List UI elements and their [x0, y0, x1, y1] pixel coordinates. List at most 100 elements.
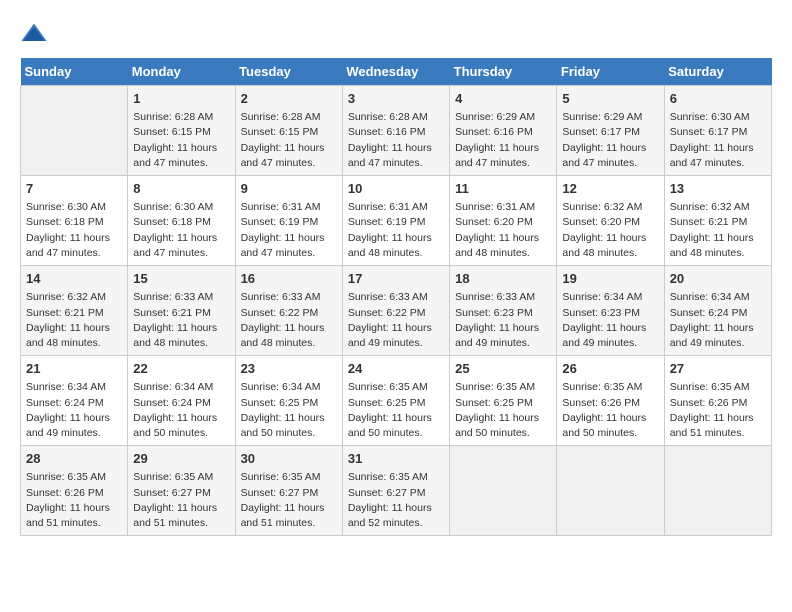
calendar-cell: 12 Sunrise: 6:32 AM Sunset: 6:20 PM Dayli…: [557, 176, 664, 266]
day-info: Sunrise: 6:30 AM Sunset: 6:18 PM Dayligh…: [133, 200, 229, 261]
day-info: Sunrise: 6:34 AM Sunset: 6:23 PM Dayligh…: [562, 290, 658, 351]
day-number: 24: [348, 360, 444, 378]
calendar-week-row: 1 Sunrise: 6:28 AM Sunset: 6:15 PM Daylig…: [21, 86, 772, 176]
day-info: Sunrise: 6:29 AM Sunset: 6:16 PM Dayligh…: [455, 110, 551, 171]
day-header: Monday: [128, 58, 235, 86]
calendar-cell: 31 Sunrise: 6:35 AM Sunset: 6:27 PM Dayli…: [342, 446, 449, 536]
calendar-cell: 24 Sunrise: 6:35 AM Sunset: 6:25 PM Dayli…: [342, 356, 449, 446]
calendar-cell: 14Sunrise: 6:32 AM Sunset: 6:21 PM Dayli…: [21, 266, 128, 356]
day-number: 30: [241, 450, 337, 468]
day-number: 25: [455, 360, 551, 378]
day-number: 5: [562, 90, 658, 108]
day-info: Sunrise: 6:31 AM Sunset: 6:19 PM Dayligh…: [348, 200, 444, 261]
day-number: 29: [133, 450, 229, 468]
calendar-week-row: 14Sunrise: 6:32 AM Sunset: 6:21 PM Dayli…: [21, 266, 772, 356]
calendar-cell: 30 Sunrise: 6:35 AM Sunset: 6:27 PM Dayli…: [235, 446, 342, 536]
day-number: 11: [455, 180, 551, 198]
calendar-cell: 20 Sunrise: 6:34 AM Sunset: 6:24 PM Dayli…: [664, 266, 771, 356]
day-number: 3: [348, 90, 444, 108]
calendar-cell: 4 Sunrise: 6:29 AM Sunset: 6:16 PM Daylig…: [450, 86, 557, 176]
calendar-cell: 17Sunrise: 6:33 AM Sunset: 6:22 PM Dayli…: [342, 266, 449, 356]
page-header: [20, 20, 772, 48]
calendar-cell: 15Sunrise: 6:33 AM Sunset: 6:21 PM Dayli…: [128, 266, 235, 356]
day-header: Saturday: [664, 58, 771, 86]
calendar-cell: 8 Sunrise: 6:30 AM Sunset: 6:18 PM Daylig…: [128, 176, 235, 266]
calendar-cell: [450, 446, 557, 536]
day-number: 19: [562, 270, 658, 288]
calendar-cell: 9Sunrise: 6:31 AM Sunset: 6:19 PM Daylig…: [235, 176, 342, 266]
day-info: Sunrise: 6:35 AM Sunset: 6:25 PM Dayligh…: [455, 380, 551, 441]
day-info: Sunrise: 6:35 AM Sunset: 6:27 PM Dayligh…: [348, 470, 444, 531]
calendar-cell: 28Sunrise: 6:35 AM Sunset: 6:26 PM Dayli…: [21, 446, 128, 536]
calendar-cell: 2Sunrise: 6:28 AM Sunset: 6:15 PM Daylig…: [235, 86, 342, 176]
day-number: 2: [241, 90, 337, 108]
day-info: Sunrise: 6:30 AM Sunset: 6:17 PM Dayligh…: [670, 110, 766, 171]
calendar-cell: 6 Sunrise: 6:30 AM Sunset: 6:17 PM Daylig…: [664, 86, 771, 176]
day-number: 16: [241, 270, 337, 288]
day-number: 28: [26, 450, 122, 468]
calendar-cell: [21, 86, 128, 176]
day-info: Sunrise: 6:33 AM Sunset: 6:22 PM Dayligh…: [241, 290, 337, 351]
day-info: Sunrise: 6:35 AM Sunset: 6:26 PM Dayligh…: [670, 380, 766, 441]
day-number: 14: [26, 270, 122, 288]
day-number: 12: [562, 180, 658, 198]
calendar-cell: 23Sunrise: 6:34 AM Sunset: 6:25 PM Dayli…: [235, 356, 342, 446]
day-info: Sunrise: 6:34 AM Sunset: 6:24 PM Dayligh…: [670, 290, 766, 351]
day-info: Sunrise: 6:31 AM Sunset: 6:19 PM Dayligh…: [241, 200, 337, 261]
calendar-cell: 10 Sunrise: 6:31 AM Sunset: 6:19 PM Dayli…: [342, 176, 449, 266]
calendar-table: SundayMondayTuesdayWednesdayThursdayFrid…: [20, 58, 772, 536]
calendar-cell: 25 Sunrise: 6:35 AM Sunset: 6:25 PM Dayli…: [450, 356, 557, 446]
day-number: 27: [670, 360, 766, 378]
calendar-cell: 5 Sunrise: 6:29 AM Sunset: 6:17 PM Daylig…: [557, 86, 664, 176]
day-header: Sunday: [21, 58, 128, 86]
day-info: Sunrise: 6:28 AM Sunset: 6:15 PM Dayligh…: [133, 110, 229, 171]
day-header: Wednesday: [342, 58, 449, 86]
day-info: Sunrise: 6:32 AM Sunset: 6:21 PM Dayligh…: [670, 200, 766, 261]
day-number: 1: [133, 90, 229, 108]
day-info: Sunrise: 6:35 AM Sunset: 6:25 PM Dayligh…: [348, 380, 444, 441]
day-number: 31: [348, 450, 444, 468]
day-number: 20: [670, 270, 766, 288]
day-number: 26: [562, 360, 658, 378]
day-info: Sunrise: 6:28 AM Sunset: 6:16 PM Dayligh…: [348, 110, 444, 171]
calendar-cell: 1 Sunrise: 6:28 AM Sunset: 6:15 PM Daylig…: [128, 86, 235, 176]
day-header: Thursday: [450, 58, 557, 86]
day-number: 10: [348, 180, 444, 198]
logo: [20, 20, 52, 48]
calendar-header-row: SundayMondayTuesdayWednesdayThursdayFrid…: [21, 58, 772, 86]
day-info: Sunrise: 6:35 AM Sunset: 6:27 PM Dayligh…: [241, 470, 337, 531]
day-number: 13: [670, 180, 766, 198]
calendar-cell: 16 Sunrise: 6:33 AM Sunset: 6:22 PM Dayli…: [235, 266, 342, 356]
day-info: Sunrise: 6:29 AM Sunset: 6:17 PM Dayligh…: [562, 110, 658, 171]
day-number: 18: [455, 270, 551, 288]
logo-icon: [20, 20, 48, 48]
day-info: Sunrise: 6:34 AM Sunset: 6:24 PM Dayligh…: [133, 380, 229, 441]
day-header: Tuesday: [235, 58, 342, 86]
calendar-cell: 26 Sunrise: 6:35 AM Sunset: 6:26 PM Dayli…: [557, 356, 664, 446]
calendar-cell: 29 Sunrise: 6:35 AM Sunset: 6:27 PM Dayli…: [128, 446, 235, 536]
day-info: Sunrise: 6:34 AM Sunset: 6:25 PM Dayligh…: [241, 380, 337, 441]
calendar-cell: 22 Sunrise: 6:34 AM Sunset: 6:24 PM Dayli…: [128, 356, 235, 446]
day-number: 21: [26, 360, 122, 378]
day-number: 8: [133, 180, 229, 198]
day-number: 22: [133, 360, 229, 378]
calendar-cell: [557, 446, 664, 536]
calendar-cell: 27 Sunrise: 6:35 AM Sunset: 6:26 PM Dayli…: [664, 356, 771, 446]
calendar-cell: 19 Sunrise: 6:34 AM Sunset: 6:23 PM Dayli…: [557, 266, 664, 356]
day-info: Sunrise: 6:35 AM Sunset: 6:26 PM Dayligh…: [562, 380, 658, 441]
calendar-week-row: 21 Sunrise: 6:34 AM Sunset: 6:24 PM Dayli…: [21, 356, 772, 446]
day-number: 4: [455, 90, 551, 108]
calendar-cell: 21 Sunrise: 6:34 AM Sunset: 6:24 PM Dayli…: [21, 356, 128, 446]
day-info: Sunrise: 6:33 AM Sunset: 6:23 PM Dayligh…: [455, 290, 551, 351]
day-number: 7: [26, 180, 122, 198]
day-info: Sunrise: 6:35 AM Sunset: 6:27 PM Dayligh…: [133, 470, 229, 531]
calendar-cell: [664, 446, 771, 536]
day-info: Sunrise: 6:30 AM Sunset: 6:18 PM Dayligh…: [26, 200, 122, 261]
day-info: Sunrise: 6:31 AM Sunset: 6:20 PM Dayligh…: [455, 200, 551, 261]
day-number: 6: [670, 90, 766, 108]
calendar-week-row: 28Sunrise: 6:35 AM Sunset: 6:26 PM Dayli…: [21, 446, 772, 536]
day-header: Friday: [557, 58, 664, 86]
calendar-cell: 13 Sunrise: 6:32 AM Sunset: 6:21 PM Dayli…: [664, 176, 771, 266]
day-info: Sunrise: 6:34 AM Sunset: 6:24 PM Dayligh…: [26, 380, 122, 441]
day-info: Sunrise: 6:32 AM Sunset: 6:20 PM Dayligh…: [562, 200, 658, 261]
